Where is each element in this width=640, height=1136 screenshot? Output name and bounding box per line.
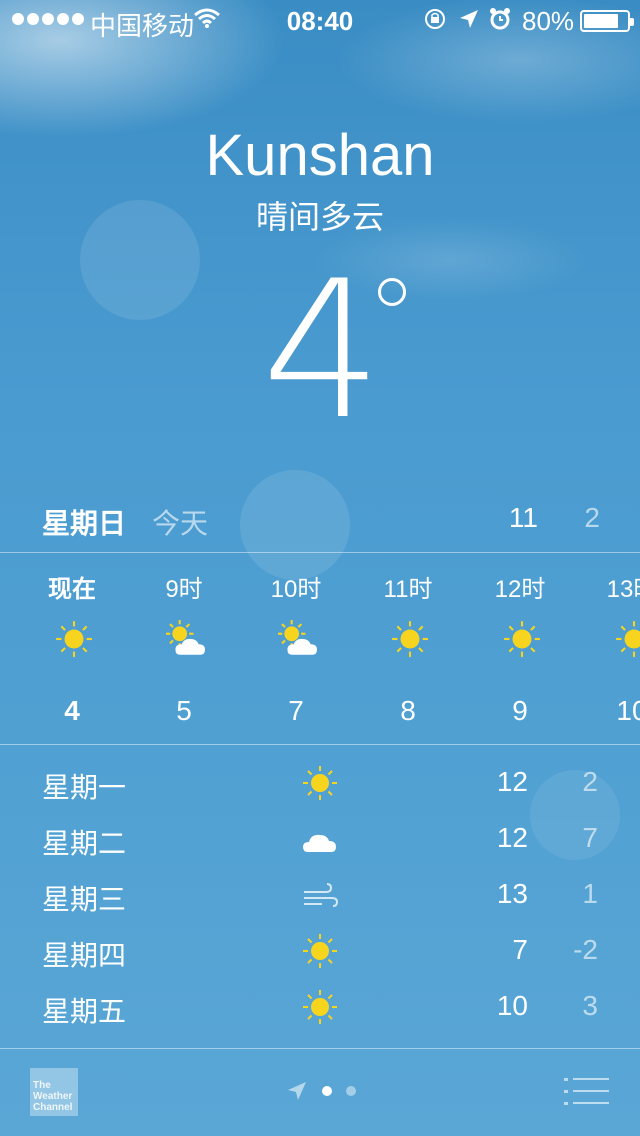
hour-label: 11时 bbox=[383, 576, 433, 603]
sun-icon bbox=[300, 988, 340, 1026]
day-name: 星期一 bbox=[42, 772, 127, 803]
daily-row: 星期二 12 7 bbox=[0, 808, 640, 864]
location-arrow-icon bbox=[460, 10, 478, 28]
day-low-temp: -2 bbox=[573, 934, 598, 965]
day-name: 星期四 bbox=[42, 940, 127, 971]
city-list-icon[interactable] bbox=[564, 1078, 610, 1106]
cloud-icon bbox=[300, 820, 340, 858]
current-temperature: 4 bbox=[261, 240, 383, 461]
sun-icon bbox=[612, 619, 640, 659]
divider bbox=[0, 744, 640, 745]
daily-row: 星期五 10 3 bbox=[0, 976, 640, 1032]
hour-label: 9时 bbox=[165, 576, 203, 603]
hour-temperature: 7 bbox=[288, 695, 304, 726]
city-name: Kunshan bbox=[205, 123, 435, 188]
partly-cloudy-icon bbox=[164, 619, 208, 659]
day-high-temp: 12 bbox=[496, 766, 528, 797]
daily-row: 星期一 12 2 bbox=[0, 752, 640, 808]
today-day-name: 星期日 bbox=[42, 508, 127, 539]
day-low-temp: 1 bbox=[582, 878, 598, 909]
battery-icon bbox=[580, 10, 634, 32]
logo-text-line: The bbox=[33, 1080, 51, 1091]
sun-icon bbox=[52, 619, 96, 659]
today-label: 今天 bbox=[152, 508, 209, 539]
hour-temperature: 5 bbox=[176, 695, 192, 726]
day-name: 星期二 bbox=[42, 828, 127, 859]
sun-icon bbox=[300, 932, 340, 970]
day-low-temp: 3 bbox=[582, 990, 598, 1021]
logo-text-line: Weather bbox=[33, 1091, 73, 1102]
bottom-toolbar: The Weather Channel bbox=[0, 1048, 640, 1136]
current-location-page-icon[interactable] bbox=[286, 1080, 308, 1102]
sun-icon bbox=[500, 619, 544, 659]
today-high-temp: 11 bbox=[508, 502, 538, 533]
hour-label: 12时 bbox=[494, 576, 546, 603]
logo-text-line: Channel bbox=[33, 1102, 73, 1113]
daily-row: 星期四 7 -2 bbox=[0, 920, 640, 976]
daily-forecast[interactable]: 星期一 12 2 星期二 12 7 星期三 13 1 星期四 7 -2 星期五 10 3 bbox=[0, 752, 640, 1048]
hour-label: 10时 bbox=[270, 576, 322, 603]
weather-channel-logo[interactable]: The Weather Channel bbox=[30, 1068, 78, 1116]
today-summary: 星期日 今天 11 2 bbox=[0, 496, 640, 540]
partly-cloudy-icon bbox=[276, 619, 320, 659]
hour-temperature: 10 bbox=[616, 695, 640, 726]
hour-temperature: 9 bbox=[512, 695, 528, 726]
wind-icon bbox=[300, 876, 340, 914]
sun-icon bbox=[388, 619, 432, 659]
rotation-lock-icon bbox=[425, 9, 445, 29]
day-name: 星期五 bbox=[42, 996, 127, 1027]
day-low-temp: 7 bbox=[582, 822, 598, 853]
sun-icon bbox=[300, 764, 340, 802]
battery-percentage: 80% bbox=[522, 6, 575, 36]
day-low-temp: 2 bbox=[582, 766, 598, 797]
day-high-temp: 10 bbox=[496, 990, 528, 1021]
hourly-forecast[interactable]: 现在 4 9时 5 10时 7 11时 8 12时 9 13时 10 bbox=[0, 553, 640, 743]
daily-row: 星期三 13 1 bbox=[0, 864, 640, 920]
day-high-temp: 12 bbox=[496, 822, 528, 853]
day-high-temp: 7 bbox=[512, 934, 528, 965]
hour-temperature: 8 bbox=[400, 695, 416, 726]
today-low-temp: 2 bbox=[584, 502, 600, 533]
weather-condition: 晴间多云 bbox=[255, 199, 384, 235]
page-dot[interactable] bbox=[346, 1086, 356, 1096]
alarm-icon bbox=[490, 8, 510, 30]
day-name: 星期三 bbox=[42, 884, 127, 915]
day-high-temp: 13 bbox=[496, 878, 528, 909]
hour-label: 现在 bbox=[48, 576, 96, 603]
page-dot-active[interactable] bbox=[322, 1086, 332, 1096]
hour-temperature: 4 bbox=[64, 695, 80, 726]
degree-symbol bbox=[378, 278, 406, 306]
status-bar: 中国移动 08:40 80% bbox=[0, 0, 640, 41]
hour-label: 13时 bbox=[606, 576, 640, 603]
